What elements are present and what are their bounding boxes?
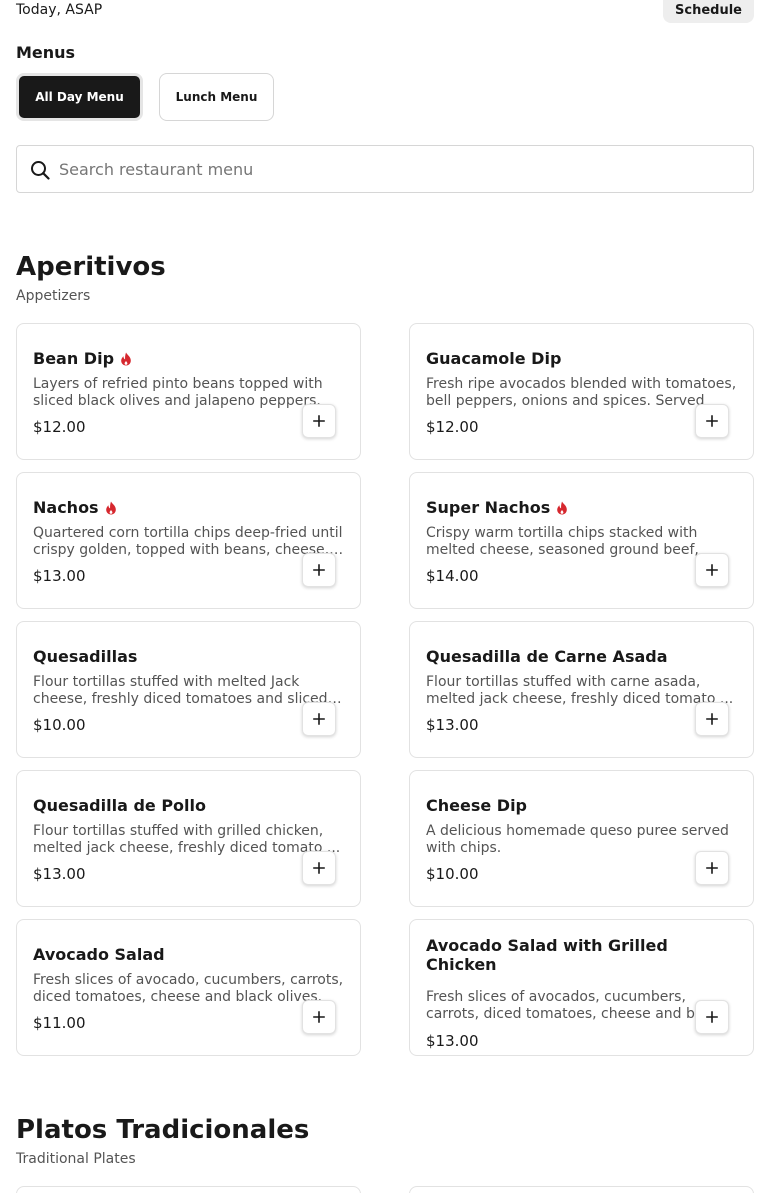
item-description: Flour tortillas stuffed with melted Jack… xyxy=(33,674,328,707)
add-item-button[interactable] xyxy=(302,553,336,587)
item-price: $12.00 xyxy=(33,418,86,436)
menu-item-card[interactable] xyxy=(409,1186,754,1193)
menu-item-card[interactable]: Avocado Salad with Grilled Chicken Fresh … xyxy=(409,919,754,1056)
item-name: Quesadillas xyxy=(33,647,344,666)
menu-item-card[interactable]: Quesadilla de Carne Asada Flour tortillas… xyxy=(409,621,754,758)
item-price: $12.00 xyxy=(426,418,479,436)
item-name-text: Nachos xyxy=(33,498,99,517)
delivery-time: Today, ASAP xyxy=(16,2,103,18)
item-name-text: Guacamole Dip xyxy=(426,349,562,368)
section-title: Platos Tradicionales xyxy=(16,1115,310,1145)
spicy-icon xyxy=(557,501,568,514)
item-description: Crispy warm tortilla chips stacked with … xyxy=(426,525,699,558)
item-description: Fresh ripe avocados blended with tomatoe… xyxy=(426,376,737,409)
delivery-header: Today, ASAP Schedule xyxy=(16,0,754,24)
plus-icon xyxy=(706,713,718,725)
item-price: $13.00 xyxy=(426,1032,479,1050)
add-item-button[interactable] xyxy=(695,851,729,885)
tab-lunch-menu[interactable]: Lunch Menu xyxy=(159,73,274,121)
item-price: $10.00 xyxy=(33,716,86,734)
add-item-button[interactable] xyxy=(695,553,729,587)
item-name-text: Avocado Salad xyxy=(33,945,165,964)
menu-item-card[interactable]: Bean Dip Layers of refried pinto beans to… xyxy=(16,323,361,460)
item-price: $11.00 xyxy=(33,1014,86,1032)
item-name: Avocado Salad with Grilled Chicken xyxy=(426,936,737,974)
item-name: Quesadilla de Pollo xyxy=(33,796,344,815)
item-name-text: Bean Dip xyxy=(33,349,115,368)
plus-icon xyxy=(706,564,718,576)
item-price: $13.00 xyxy=(33,567,86,585)
spicy-icon xyxy=(121,352,131,365)
item-price: $13.00 xyxy=(33,865,86,883)
menu-item-card[interactable]: Cheese Dip A delicious homemade queso pur… xyxy=(409,770,754,907)
plus-icon xyxy=(706,1011,718,1023)
add-item-button[interactable] xyxy=(302,1000,336,1034)
section-subtitle: Traditional Plates xyxy=(16,1151,136,1167)
menu-item-card[interactable]: Quesadillas Flour tortillas stuffed with … xyxy=(16,621,361,758)
menus-heading: Menus xyxy=(16,43,76,62)
item-price: $14.00 xyxy=(426,567,479,585)
item-description: Flour tortillas stuffed with grilled chi… xyxy=(33,823,341,856)
section-subtitle: Appetizers xyxy=(16,288,91,304)
item-name: Nachos xyxy=(33,498,344,517)
add-item-button[interactable] xyxy=(695,702,729,736)
item-price: $13.00 xyxy=(426,716,479,734)
menu-item-card[interactable]: Quesadilla de Pollo Flour tortillas stuff… xyxy=(16,770,361,907)
item-name-text: Quesadilla de Pollo xyxy=(33,796,206,815)
add-item-button[interactable] xyxy=(695,404,729,438)
item-name-text: Cheese Dip xyxy=(426,796,527,815)
item-name: Bean Dip xyxy=(33,349,344,368)
item-name: Avocado Salad xyxy=(33,945,344,964)
tab-all-day-menu[interactable]: All Day Menu xyxy=(16,73,143,121)
add-item-button[interactable] xyxy=(695,1000,729,1034)
search-input[interactable] xyxy=(59,147,739,191)
spicy-icon xyxy=(105,501,116,514)
menu-item-card[interactable]: Guacamole Dip Fresh ripe avocados blended… xyxy=(409,323,754,460)
menu-item-card[interactable]: Avocado Salad Fresh slices of avocado, cu… xyxy=(16,919,361,1056)
item-name: Quesadilla de Carne Asada xyxy=(426,647,737,666)
item-description: Fresh slices of avocados, cucumbers, car… xyxy=(426,989,709,1022)
item-description: A delicious homemade queso puree served … xyxy=(426,823,729,856)
plus-icon xyxy=(313,564,325,576)
add-item-button[interactable] xyxy=(302,851,336,885)
menu-item-card[interactable] xyxy=(16,1186,361,1193)
section-title: Aperitivos xyxy=(16,252,166,282)
item-name: Cheese Dip xyxy=(426,796,737,815)
plus-icon xyxy=(313,1011,325,1023)
add-item-button[interactable] xyxy=(302,702,336,736)
search-box xyxy=(16,145,754,193)
item-description: Flour tortillas stuffed with carne asada… xyxy=(426,674,734,707)
schedule-button[interactable]: Schedule xyxy=(663,0,754,23)
menu-item-card[interactable]: Nachos Quartered corn tortilla chips deep… xyxy=(16,472,361,609)
item-description: Fresh slices of avocado, cucumbers, carr… xyxy=(33,972,344,1005)
plus-icon xyxy=(313,862,325,874)
plus-icon xyxy=(313,713,325,725)
item-name-text: Super Nachos xyxy=(426,498,551,517)
item-name-text: Avocado Salad with Grilled Chicken xyxy=(426,936,668,974)
search-icon xyxy=(31,161,50,180)
item-name-text: Quesadilla de Carne Asada xyxy=(426,647,668,666)
item-name: Guacamole Dip xyxy=(426,349,737,368)
plus-icon xyxy=(313,415,325,427)
item-name-text: Quesadillas xyxy=(33,647,138,666)
item-price: $10.00 xyxy=(426,865,479,883)
add-item-button[interactable] xyxy=(302,404,336,438)
menu-item-card[interactable]: Super Nachos Crispy warm tortilla chips s… xyxy=(409,472,754,609)
plus-icon xyxy=(706,415,718,427)
plus-icon xyxy=(706,862,718,874)
item-name: Super Nachos xyxy=(426,498,737,517)
item-description: Layers of refried pinto beans topped wit… xyxy=(33,376,323,409)
item-description: Quartered corn tortilla chips deep-fried… xyxy=(33,525,343,558)
